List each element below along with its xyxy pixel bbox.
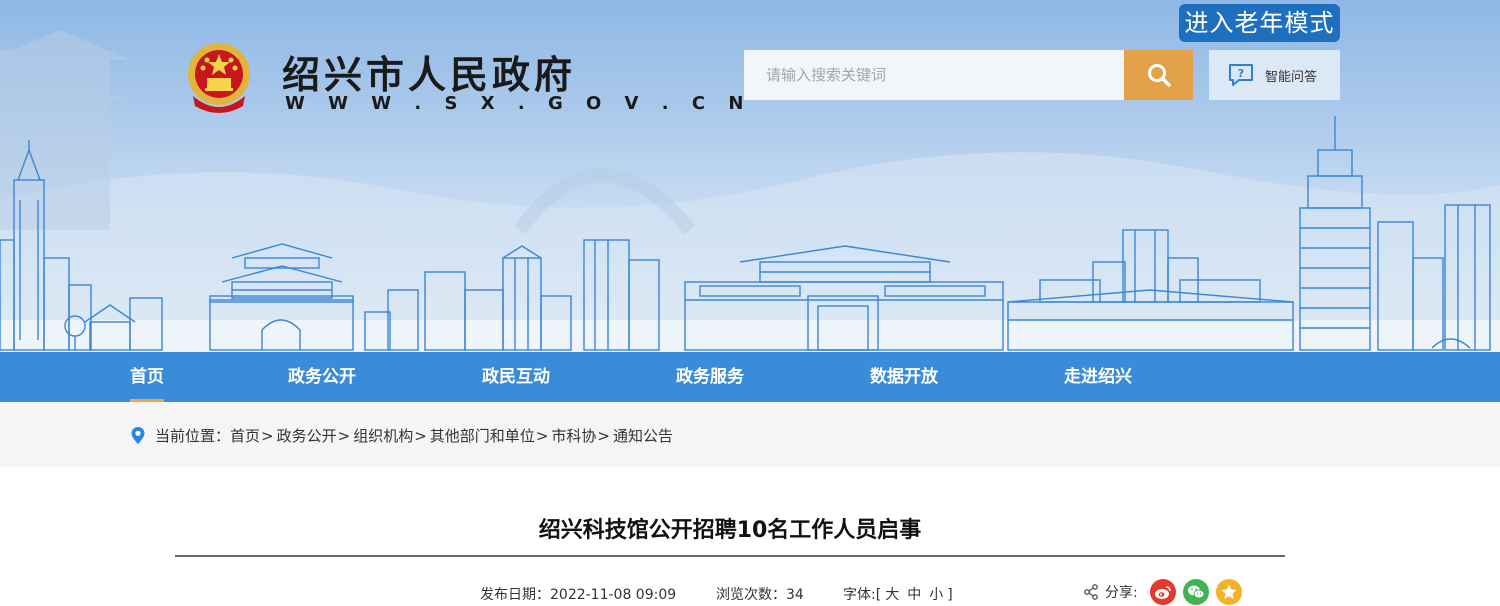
breadcrumb-item-organization[interactable]: 组织机构 xyxy=(353,425,413,446)
share-label: 分享: xyxy=(1105,585,1138,601)
wechat-share-button[interactable] xyxy=(1183,579,1209,605)
weibo-share-button[interactable] xyxy=(1150,579,1176,605)
share-section: 分享: xyxy=(1083,582,1138,602)
breadcrumb-separator: > xyxy=(337,426,351,445)
font-size-label: 字体:[ xyxy=(843,587,882,603)
qzone-star-icon xyxy=(1221,584,1237,599)
chat-question-icon: ? xyxy=(1229,64,1253,86)
main-nav: 首页 政务公开 政民互动 政务服务 数据开放 走进绍兴 xyxy=(0,352,1500,402)
article-title: 绍兴科技馆公开招聘10名工作人员启事 xyxy=(538,518,922,543)
font-size-small[interactable]: 小 xyxy=(929,587,943,603)
breadcrumb-item-home[interactable]: 首页 xyxy=(230,425,260,446)
view-count-value: 34 xyxy=(786,587,804,603)
nav-item-open-data[interactable]: 数据开放 xyxy=(870,352,938,402)
smart-qa-button[interactable]: ? 智能问答 xyxy=(1209,50,1340,100)
breadcrumb: 当前位置： 首页 > 政务公开 > 组织机构 > 其他部门和单位 > 市科协 > 通知公告 xyxy=(130,425,673,446)
qzone-share-button[interactable] xyxy=(1216,579,1242,605)
location-pin-icon xyxy=(131,427,145,444)
search-icon xyxy=(1147,64,1171,87)
font-size-control: 字体:[大中小] xyxy=(843,584,953,604)
svg-text:?: ? xyxy=(1238,67,1244,80)
breadcrumb-item-other-departments[interactable]: 其他部门和单位 xyxy=(430,425,535,446)
title-divider xyxy=(175,555,1285,557)
smart-qa-label: 智能问答 xyxy=(1265,69,1318,85)
view-count: 浏览次数：34 xyxy=(716,584,804,604)
site-title[interactable]: 绍兴市人民政府 xyxy=(282,44,576,99)
nav-item-public-interaction[interactable]: 政民互动 xyxy=(482,352,550,402)
breadcrumb-item-notices[interactable]: 通知公告 xyxy=(613,425,673,446)
publish-date-value: 2022-11-08 09:09 xyxy=(550,587,677,603)
breadcrumb-separator: > xyxy=(597,426,610,445)
breadcrumb-separator: > xyxy=(261,426,274,445)
site-url: W W W . S X . G O V . C N xyxy=(285,93,752,114)
breadcrumb-item-government-affairs[interactable]: 政务公开 xyxy=(277,425,337,446)
national-emblem-icon xyxy=(188,43,250,113)
font-size-close: ] xyxy=(947,587,953,603)
search-input[interactable] xyxy=(744,50,1125,100)
wechat-icon xyxy=(1188,585,1205,599)
publish-date-label: 发布日期： xyxy=(480,587,550,603)
nav-item-government-services[interactable]: 政务服务 xyxy=(676,352,744,402)
breadcrumb-separator: > xyxy=(535,426,549,445)
weibo-icon xyxy=(1155,586,1171,599)
font-size-medium[interactable]: 中 xyxy=(907,587,921,603)
search-button[interactable] xyxy=(1124,50,1193,100)
breadcrumb-prefix: 当前位置： xyxy=(155,427,231,445)
nav-item-government-affairs[interactable]: 政务公开 xyxy=(288,352,356,402)
view-count-label: 浏览次数： xyxy=(716,587,786,603)
publish-date: 发布日期：2022-11-08 09:09 xyxy=(480,584,676,604)
elder-mode-button[interactable]: 进入老年模式 xyxy=(1179,4,1340,42)
breadcrumb-bar: 当前位置： 首页 > 政务公开 > 组织机构 > 其他部门和单位 > 市科协 > 通知公告 xyxy=(0,402,1500,467)
nav-item-about-shaoxing[interactable]: 走进绍兴 xyxy=(1064,352,1132,402)
breadcrumb-item-science-association[interactable]: 市科协 xyxy=(551,425,596,446)
breadcrumb-separator: > xyxy=(414,426,427,445)
nav-item-home[interactable]: 首页 xyxy=(130,352,164,402)
share-icon xyxy=(1084,584,1098,600)
font-size-large[interactable]: 大 xyxy=(885,587,899,603)
